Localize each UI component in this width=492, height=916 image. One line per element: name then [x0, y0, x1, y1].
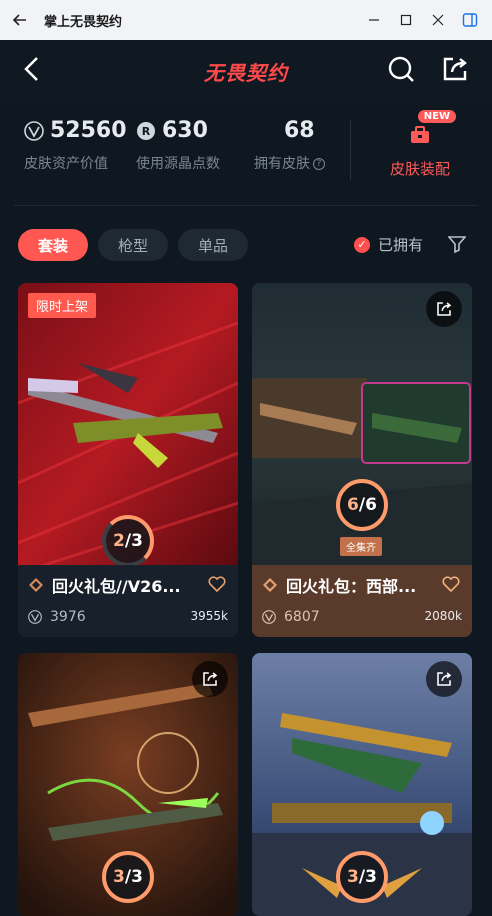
- tab-bundle[interactable]: 套装: [18, 229, 89, 261]
- radianite-icon: R: [137, 121, 155, 140]
- stat-value: 630: [162, 118, 208, 143]
- stat-asset-value: 52560 皮肤资产价值: [24, 118, 127, 173]
- download-size: 3955k: [190, 609, 229, 623]
- stat-radianite: R 630 使用源晶点数: [136, 118, 220, 173]
- stat-owned-skins: 68 拥有皮肤?: [254, 118, 325, 173]
- bundle-name: 回火礼包：西部...: [286, 577, 417, 596]
- bundle-card[interactable]: 6/6 全集齐 回火礼包：西部... 6807 2080k: [252, 283, 472, 637]
- valorant-points-icon: [28, 610, 42, 624]
- bundle-card[interactable]: 3/3: [18, 653, 238, 916]
- bundle-card[interactable]: 3/3: [252, 653, 472, 916]
- valorant-points-icon: [262, 610, 276, 624]
- progress-current: 2: [113, 531, 125, 551]
- window-back-button[interactable]: [0, 0, 40, 40]
- maximize-button[interactable]: [390, 0, 422, 40]
- progress-current: 3: [113, 867, 125, 887]
- progress-ring: 3/3: [102, 851, 154, 903]
- stat-label: 拥有皮肤: [254, 156, 310, 172]
- app-header: 无畏契约: [0, 40, 492, 100]
- stat-label: 使用源晶点数: [136, 156, 220, 172]
- share-icon: [437, 302, 452, 316]
- stat-value: 52560: [50, 118, 127, 143]
- progress-total: 6: [365, 495, 377, 515]
- tab-weapon-type[interactable]: 枪型: [98, 229, 169, 261]
- equip-label: 皮肤装配: [389, 160, 450, 178]
- category-tabs: 套装 枪型 单品: [18, 229, 249, 261]
- side-panel-button[interactable]: [454, 0, 486, 40]
- filter-icon[interactable]: [448, 235, 466, 253]
- help-icon[interactable]: ?: [313, 158, 325, 170]
- svg-text:R: R: [142, 125, 151, 138]
- tab-single[interactable]: 单品: [178, 229, 249, 261]
- owned-filter-label: 已拥有: [378, 236, 424, 254]
- promo-badge: 限时上架: [28, 293, 97, 318]
- arrow-left-icon: [12, 14, 26, 26]
- progress-total: 3: [365, 867, 377, 887]
- download-size: 2080k: [424, 609, 463, 623]
- close-button[interactable]: [422, 0, 454, 40]
- progress-total: 3: [131, 531, 143, 551]
- share-icon[interactable]: [440, 54, 470, 84]
- share-button[interactable]: [426, 291, 462, 327]
- progress-current: 6: [347, 495, 359, 515]
- heart-icon[interactable]: [208, 575, 226, 593]
- minimize-button[interactable]: [358, 0, 390, 40]
- share-icon: [437, 672, 452, 686]
- share-button[interactable]: [192, 661, 228, 697]
- progress-ring: 3/3: [336, 851, 388, 903]
- checkmark-icon: ✓: [354, 236, 370, 253]
- skin-equip-button[interactable]: NEW 皮肤装配: [372, 110, 468, 182]
- backpack-icon: [411, 126, 429, 143]
- progress-ring: 6/6: [336, 479, 388, 531]
- divider: [350, 120, 351, 180]
- minimize-icon: [369, 19, 379, 21]
- bundle-price: 3976: [50, 609, 86, 625]
- bundle-name: 回火礼包//V26...: [52, 577, 181, 596]
- share-button[interactable]: [426, 661, 462, 697]
- stat-label: 皮肤资产价值: [24, 156, 108, 172]
- stat-value: 68: [284, 118, 315, 143]
- card-info: 回火礼包//V26... 3976 3955k: [18, 565, 238, 637]
- search-icon[interactable]: [386, 54, 416, 84]
- new-badge: NEW: [417, 110, 456, 123]
- app-logo: 无畏契约: [204, 61, 288, 85]
- window-title: 掌上无畏契约: [44, 14, 123, 30]
- valorant-points-icon: [24, 120, 44, 141]
- share-icon: [203, 672, 218, 686]
- tier-diamond-icon: [263, 578, 277, 592]
- complete-badge: 全集齐: [340, 537, 382, 556]
- maximize-icon: [400, 14, 412, 26]
- bundle-price: 6807: [284, 609, 320, 625]
- divider: [14, 205, 478, 206]
- bundle-card[interactable]: 限时上架 2/3 回火礼包//V26... 3976 3955k: [18, 283, 238, 637]
- close-icon: [432, 14, 444, 26]
- progress-ring: 2/3: [102, 515, 154, 567]
- heart-icon[interactable]: [442, 575, 460, 593]
- progress-current: 3: [347, 867, 359, 887]
- side-panel-icon: [462, 13, 478, 27]
- tier-diamond-icon: [29, 578, 43, 592]
- card-info: 回火礼包：西部... 6807 2080k: [252, 565, 472, 637]
- owned-filter-toggle[interactable]: ✓ 已拥有: [354, 234, 423, 255]
- window-titlebar: 掌上无畏契约: [0, 0, 492, 40]
- progress-total: 3: [131, 867, 143, 887]
